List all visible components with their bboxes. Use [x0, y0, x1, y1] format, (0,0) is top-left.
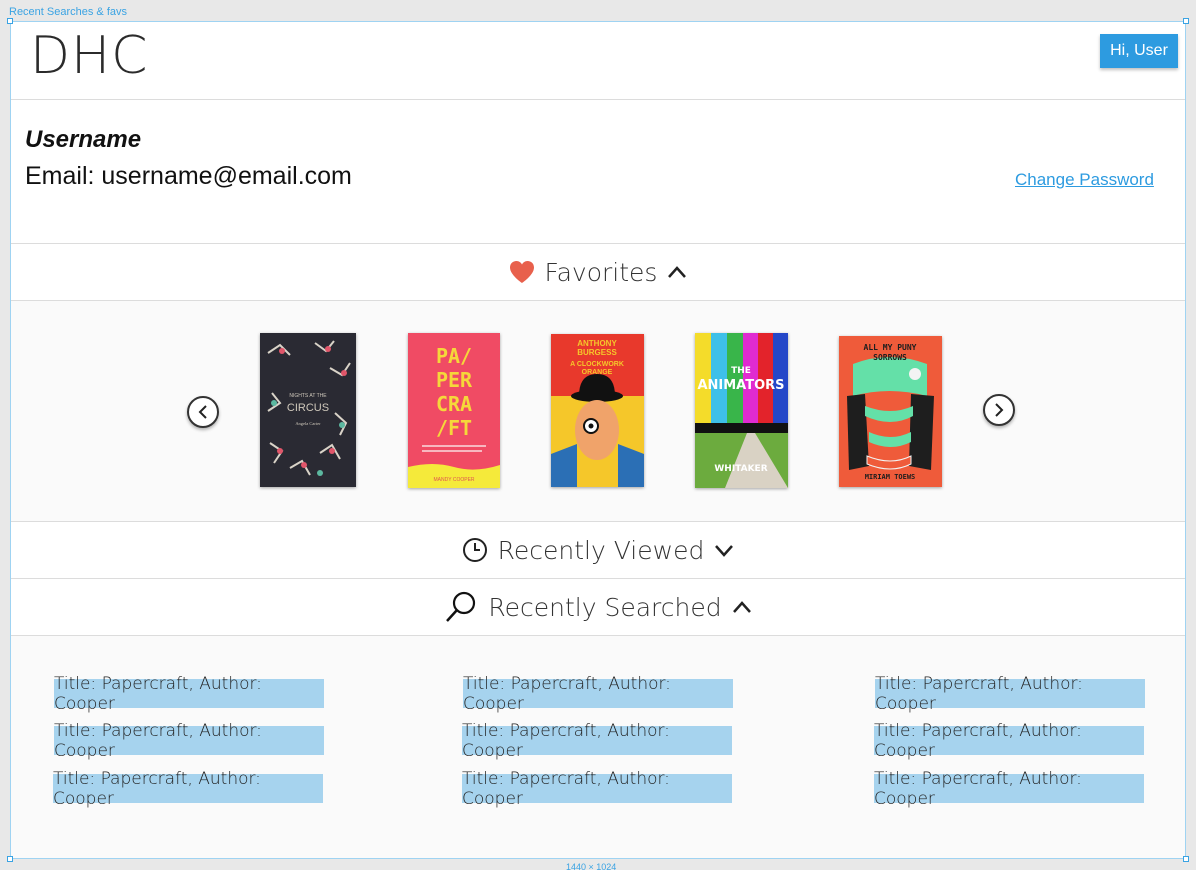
email: Email: username@email.com: [25, 162, 352, 190]
svg-text:THE: THE: [731, 366, 751, 376]
book-cover[interactable]: NIGHTS AT THE CIRCUS Angela Carter: [260, 333, 356, 487]
book-cover-art: PA/PERCRA/FT MANDY COOPER: [408, 333, 500, 488]
resize-handle[interactable]: [1183, 856, 1189, 862]
svg-text:ALL MY PUNY: ALL MY PUNY: [864, 343, 917, 352]
resize-handle[interactable]: [1183, 18, 1189, 24]
book-cover-art: ALL MY PUNY SORROWS MIRIAM TOEWS: [839, 336, 942, 487]
svg-text:PA/: PA/: [436, 344, 472, 368]
chevron-left-icon: [198, 405, 207, 419]
svg-text:ANIMATORS: ANIMATORS: [697, 378, 784, 393]
frame-dimensions: 1440 × 1024: [566, 862, 617, 870]
book-title-line1: NIGHTS AT THE: [289, 393, 327, 399]
book-author: MANDY COOPER: [433, 477, 474, 483]
recently-viewed-label: Recently Viewed: [497, 535, 705, 565]
chevron-down-icon: [715, 545, 734, 557]
svg-text:/FT: /FT: [436, 416, 472, 440]
chevron-right-icon: [995, 403, 1004, 417]
book-cover[interactable]: PA/PER CRA/FT MANDY COOPER: [408, 333, 500, 488]
resize-handle[interactable]: [7, 18, 13, 24]
svg-text:WHITAKER: WHITAKER: [714, 464, 767, 474]
header: DHC Hi, User: [11, 22, 1185, 100]
recently-viewed-toggle[interactable]: Recently Viewed: [11, 522, 1185, 579]
username: Username: [25, 126, 142, 153]
book-cover-art: NIGHTS AT THE CIRCUS Angela Carter: [260, 333, 356, 487]
recently-searched-toggle[interactable]: Recently Searched: [11, 579, 1185, 636]
user-menu-button[interactable]: Hi, User: [1100, 34, 1178, 68]
svg-text:SORROWS: SORROWS: [873, 353, 907, 362]
recent-search-chip[interactable]: Title: Papercraft, Author: Cooper: [54, 674, 324, 714]
recent-search-chip[interactable]: Title: Papercraft, Author: Cooper: [874, 721, 1144, 761]
resize-handle[interactable]: [7, 856, 13, 862]
chevron-up-icon: [732, 601, 751, 613]
recently-searched-label: Recently Searched: [488, 592, 722, 622]
svg-text:A CLOCKWORK: A CLOCKWORK: [570, 361, 624, 368]
svg-text:ANTHONY: ANTHONY: [577, 339, 617, 348]
favorites-label: Favorites: [544, 257, 658, 287]
favorites-carousel: NIGHTS AT THE CIRCUS Angela Carter PA/PE…: [11, 301, 1185, 522]
recent-search-chip[interactable]: Title: Papercraft, Author: Cooper: [874, 769, 1144, 809]
book-cover-art: ANTHONY BURGESS A CLOCKWORK ORANGE: [551, 334, 644, 487]
book-cover[interactable]: ALL MY PUNY SORROWS MIRIAM TOEWS: [839, 336, 942, 487]
recent-search-chip[interactable]: Title: Papercraft, Author: Cooper: [53, 769, 323, 809]
book-cover[interactable]: THE ANIMATORS WHITAKER: [695, 333, 788, 488]
frame-label: Recent Searches & favs: [9, 6, 128, 18]
chevron-up-icon: [668, 266, 687, 278]
artboard: DHC Hi, User Username Email: username@em…: [10, 21, 1186, 859]
heart-icon: [509, 261, 534, 283]
svg-text:ORANGE: ORANGE: [582, 369, 613, 376]
clock-icon: [462, 538, 487, 562]
search-icon: [446, 591, 476, 622]
book-cover-art: THE ANIMATORS WHITAKER: [695, 333, 788, 488]
recent-search-chip[interactable]: Title: Papercraft, Author: Cooper: [875, 674, 1145, 714]
favorites-toggle[interactable]: Favorites: [11, 244, 1185, 301]
recent-search-chip[interactable]: Title: Papercraft, Author: Cooper: [462, 721, 732, 761]
carousel-prev-button[interactable]: [187, 396, 219, 428]
recent-search-chip[interactable]: Title: Papercraft, Author: Cooper: [54, 721, 324, 761]
logo[interactable]: DHC: [30, 26, 148, 86]
svg-text:CRA: CRA: [436, 392, 472, 416]
change-password-link[interactable]: Change Password: [1015, 170, 1154, 190]
recent-search-chip[interactable]: Title: Papercraft, Author: Cooper: [463, 674, 733, 714]
profile-section: Username Email: username@email.com Chang…: [11, 100, 1185, 244]
recent-searches: Title: Papercraft, Author: Cooper Title:…: [11, 636, 1185, 858]
book-author: Angela Carter: [295, 421, 321, 426]
book-title-line2: CIRCUS: [287, 402, 329, 414]
recent-search-chip[interactable]: Title: Papercraft, Author: Cooper: [462, 769, 732, 809]
carousel-next-button[interactable]: [983, 394, 1015, 426]
book-author: MIRIAM TOEWS: [865, 473, 916, 481]
svg-text:PER: PER: [436, 368, 473, 392]
book-cover[interactable]: ANTHONY BURGESS A CLOCKWORK ORANGE: [551, 334, 644, 487]
svg-text:BURGESS: BURGESS: [577, 348, 617, 357]
